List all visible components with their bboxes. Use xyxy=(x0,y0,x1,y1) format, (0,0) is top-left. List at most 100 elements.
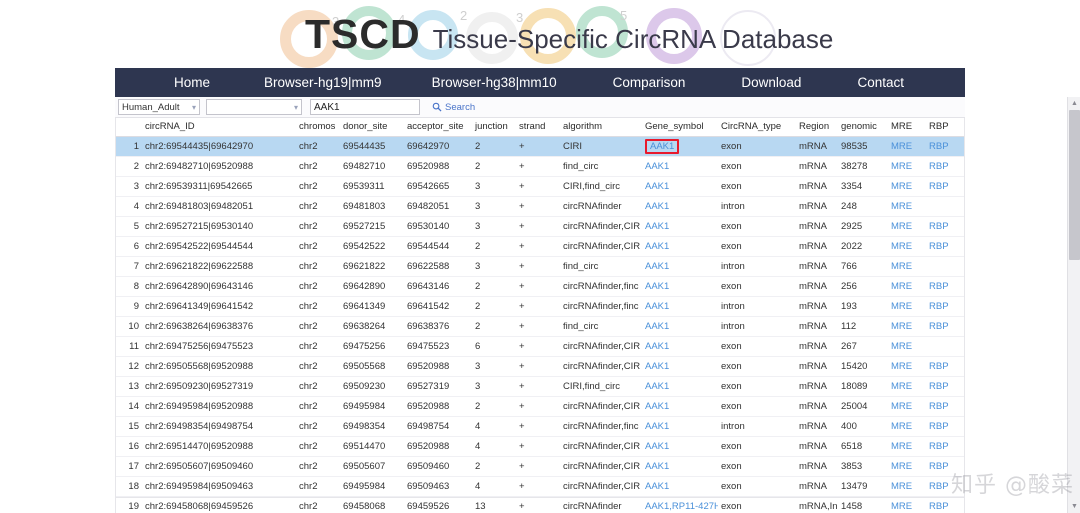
cell-mre[interactable]: MRE xyxy=(888,337,926,357)
table-row[interactable]: 7chr2:69621822|69622588chr26962182269622… xyxy=(116,257,965,277)
cell-ncbi[interactable]: AAK1,RP xyxy=(964,497,965,513)
cell-mre-link[interactable]: MRE xyxy=(891,281,912,292)
cell-rbp[interactable]: RBP xyxy=(926,457,964,477)
scroll-down-arrow-icon[interactable]: ▼ xyxy=(1068,500,1080,513)
cell-rbp-link[interactable]: RBP xyxy=(929,241,949,252)
scrollbar-thumb[interactable] xyxy=(1069,110,1080,260)
cell-rbp-link[interactable]: RBP xyxy=(929,321,949,332)
cell-gene-symbol[interactable]: AAK1 xyxy=(642,477,718,497)
cell-ncbi[interactable]: AAK1 xyxy=(964,397,965,417)
cell-ncbi[interactable]: AAK1 xyxy=(964,177,965,197)
tissue-select[interactable]: ▾ xyxy=(206,99,302,115)
cell-gene-symbol[interactable]: AAK1 xyxy=(642,437,718,457)
cell-gene-symbol[interactable]: AAK1 xyxy=(642,377,718,397)
cell-mre-link[interactable]: MRE xyxy=(891,461,912,472)
th-circrna-id[interactable]: circRNA_ID xyxy=(142,118,296,137)
nav-comparison[interactable]: Comparison xyxy=(607,68,692,97)
cell-rbp[interactable] xyxy=(926,197,964,217)
cell-rbp[interactable]: RBP xyxy=(926,317,964,337)
cell-rbp-link[interactable]: RBP xyxy=(929,181,949,192)
cell-gene-symbol-link[interactable]: AAK1 xyxy=(645,341,669,352)
cell-mre-link[interactable]: MRE xyxy=(891,201,912,212)
cell-ncbi[interactable]: AAK1 xyxy=(964,337,965,357)
th-circrna-type[interactable]: CircRNA_type xyxy=(718,118,796,137)
cell-gene-symbol[interactable]: AAK1,RP11-427H xyxy=(642,497,718,513)
nav-contact[interactable]: Contact xyxy=(851,68,910,97)
cell-gene-symbol[interactable]: AAK1 xyxy=(642,197,718,217)
cell-mre-link[interactable]: MRE xyxy=(891,481,912,492)
cell-rbp[interactable]: RBP xyxy=(926,417,964,437)
cell-mre[interactable]: MRE xyxy=(888,157,926,177)
cell-gene-symbol[interactable]: AAK1 xyxy=(642,277,718,297)
table-row[interactable]: 12chr2:69505568|69520988chr2695055686952… xyxy=(116,357,965,377)
cell-rbp-link[interactable]: RBP xyxy=(929,141,949,152)
cell-mre-link[interactable]: MRE xyxy=(891,401,912,412)
cell-rbp[interactable]: RBP xyxy=(926,217,964,237)
cell-gene-symbol[interactable]: AAK1 xyxy=(642,457,718,477)
cell-mre[interactable]: MRE xyxy=(888,397,926,417)
cell-gene-symbol-link[interactable]: AAK1 xyxy=(645,421,669,432)
cell-gene-symbol[interactable]: AAK1 xyxy=(642,137,718,157)
table-row[interactable]: 4chr2:69481803|69482051chr26948180369482… xyxy=(116,197,965,217)
cell-mre[interactable]: MRE xyxy=(888,457,926,477)
cell-gene-symbol-link[interactable]: AAK1 xyxy=(645,201,669,212)
table-row[interactable]: 16chr2:69514470|69520988chr2695144706952… xyxy=(116,437,965,457)
th-gene-symbol[interactable]: Gene_symbol xyxy=(642,118,718,137)
cell-mre-link[interactable]: MRE xyxy=(891,421,912,432)
search-input[interactable] xyxy=(310,99,420,115)
nav-browser-hg38[interactable]: Browser-hg38|mm10 xyxy=(426,68,563,97)
cell-rbp[interactable]: RBP xyxy=(926,177,964,197)
cell-rbp[interactable]: RBP xyxy=(926,277,964,297)
cell-mre[interactable]: MRE xyxy=(888,497,926,513)
cell-gene-symbol[interactable]: AAK1 xyxy=(642,317,718,337)
table-row[interactable]: 18chr2:69495984|69509463chr2694959846950… xyxy=(116,477,965,497)
cell-gene-symbol-link[interactable]: AAK1 xyxy=(645,361,669,372)
th-algorithm[interactable]: algorithm xyxy=(560,118,642,137)
table-row[interactable]: 15chr2:69498354|69498754chr2694983546949… xyxy=(116,417,965,437)
table-row[interactable]: 9chr2:69641349|69641542chr26964134969641… xyxy=(116,297,965,317)
cell-mre[interactable]: MRE xyxy=(888,217,926,237)
cell-mre-link[interactable]: MRE xyxy=(891,441,912,452)
cell-rbp[interactable]: RBP xyxy=(926,297,964,317)
cell-rbp-link[interactable]: RBP xyxy=(929,461,949,472)
cell-rbp[interactable]: RBP xyxy=(926,157,964,177)
cell-ncbi[interactable]: AAK1 xyxy=(964,457,965,477)
cell-rbp[interactable]: RBP xyxy=(926,397,964,417)
cell-rbp-link[interactable]: RBP xyxy=(929,501,949,512)
cell-rbp-link[interactable]: RBP xyxy=(929,301,949,312)
nav-browser-hg19[interactable]: Browser-hg19|mm9 xyxy=(258,68,388,97)
cell-ncbi[interactable]: AAK1 xyxy=(964,297,965,317)
table-row[interactable]: 3chr2:69539311|69542665chr26953931169542… xyxy=(116,177,965,197)
table-row[interactable]: 5chr2:69527215|69530140chr26952721569530… xyxy=(116,217,965,237)
table-row[interactable]: 2chr2:69482710|69520988chr26948271069520… xyxy=(116,157,965,177)
cell-rbp[interactable]: RBP xyxy=(926,237,964,257)
cell-ncbi[interactable]: AAK1 xyxy=(964,217,965,237)
th-strand[interactable]: strand xyxy=(516,118,560,137)
cell-gene-symbol-link[interactable]: AAK1,RP11-427H xyxy=(645,501,718,512)
cell-rbp[interactable]: RBP xyxy=(926,477,964,497)
cell-rbp-link[interactable]: RBP xyxy=(929,481,949,492)
cell-mre[interactable]: MRE xyxy=(888,417,926,437)
cell-gene-symbol-link[interactable]: AAK1 xyxy=(645,261,669,272)
cell-rbp-link[interactable]: RBP xyxy=(929,381,949,392)
cell-rbp-link[interactable]: RBP xyxy=(929,401,949,412)
cell-gene-symbol[interactable]: AAK1 xyxy=(642,237,718,257)
nav-download[interactable]: Download xyxy=(735,68,807,97)
cell-gene-symbol-link[interactable]: AAK1 xyxy=(645,401,669,412)
cell-gene-symbol[interactable]: AAK1 xyxy=(642,337,718,357)
cell-ncbi[interactable]: AAK1 xyxy=(964,437,965,457)
cell-rbp-link[interactable]: RBP xyxy=(929,281,949,292)
cell-gene-symbol[interactable]: AAK1 xyxy=(642,397,718,417)
cell-rbp[interactable]: RBP xyxy=(926,497,964,513)
cell-mre[interactable]: MRE xyxy=(888,317,926,337)
cell-ncbi[interactable]: AAK1 xyxy=(964,277,965,297)
th-junction[interactable]: junction xyxy=(472,118,516,137)
cell-gene-symbol-link[interactable]: AAK1 xyxy=(645,139,679,154)
species-select[interactable]: Human_Adult ▾ xyxy=(118,99,200,115)
cell-gene-symbol-link[interactable]: AAK1 xyxy=(645,221,669,232)
cell-rbp-link[interactable]: RBP xyxy=(929,361,949,372)
th-donor-site[interactable]: donor_site xyxy=(340,118,404,137)
page-scrollbar[interactable]: ▲ ▼ xyxy=(1067,97,1080,513)
cell-mre-link[interactable]: MRE xyxy=(891,221,912,232)
cell-mre[interactable]: MRE xyxy=(888,437,926,457)
